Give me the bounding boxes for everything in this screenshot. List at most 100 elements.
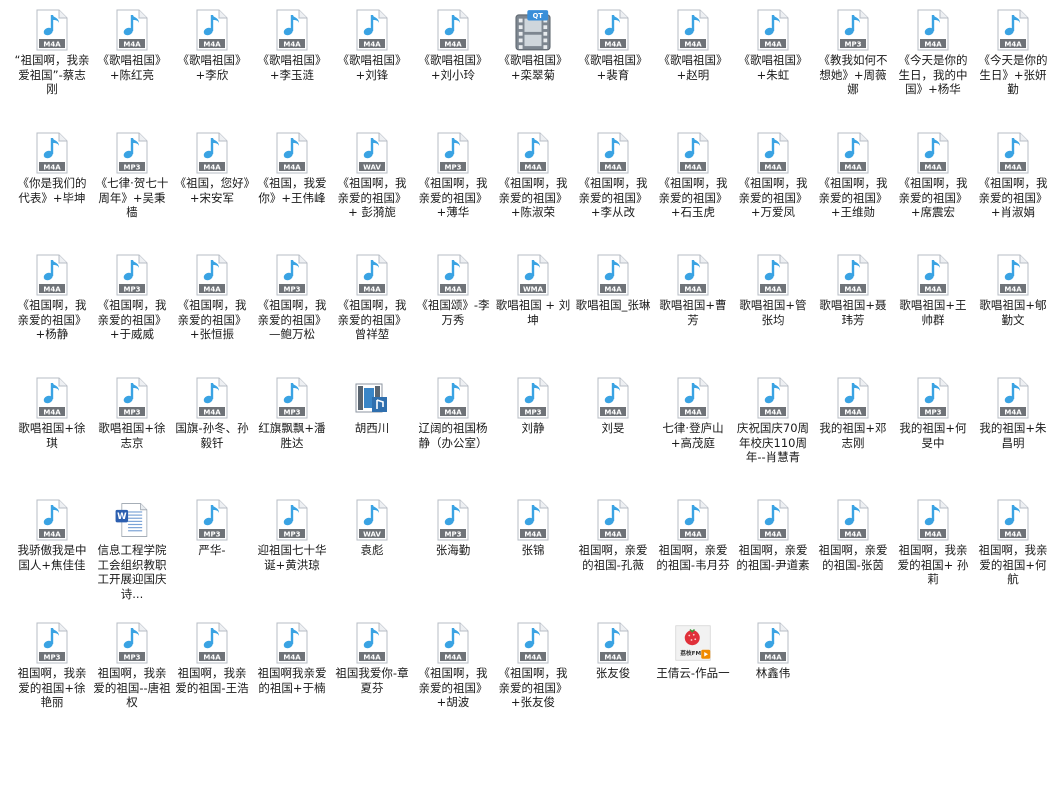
file-item[interactable]: 胡西川 [333, 376, 411, 436]
file-item[interactable]: WMA 歌唱祖国 + 刘坤 [494, 253, 572, 327]
file-item[interactable]: M4A 歌唱祖国+王帅群 [894, 253, 972, 327]
file-item[interactable]: MP3 《祖国啊，我亲爱的祖国》—鲍万松 [253, 253, 331, 342]
file-item[interactable]: M4A 《歌唱祖国》+赵明 [654, 8, 732, 82]
file-name-label: 歌唱祖国+聂玮芳 [819, 298, 887, 327]
file-item[interactable]: M4A 《祖国，我爱你》+王伟峰 [253, 131, 331, 205]
file-item[interactable]: M4A 《歌唱祖国》+刘小玲 [414, 8, 492, 82]
file-item[interactable]: QT 《歌唱祖国》+栾翠菊 [494, 8, 572, 82]
file-item[interactable]: M4A 歌唱祖国+管张均 [734, 253, 812, 327]
file-item[interactable]: M4A 张友俊 [574, 621, 652, 681]
audio-file-icon: M4A [755, 253, 791, 297]
file-item[interactable]: M4A 祖国啊，我亲爱的祖国+ 孙莉 [894, 498, 972, 587]
file-item[interactable]: MP3 我的祖国+何旻中 [894, 376, 972, 450]
file-item[interactable]: M4A 我的祖国+朱昌明 [974, 376, 1052, 450]
file-item[interactable]: M4A 刘旻 [574, 376, 652, 436]
file-item[interactable]: MP3 《祖国啊，我亲爱的祖国》+于威威 [93, 253, 171, 342]
file-item[interactable]: M4A 我骄傲我是中国人+焦佳佳 [13, 498, 91, 572]
file-item[interactable]: M4A 祖国啊我亲爱的祖国+于楠 [253, 621, 331, 695]
file-name-label: 《祖国啊，我亲爱的祖国》+席震宏 [898, 176, 968, 219]
file-item[interactable]: MP3 祖国啊，我亲爱的祖国--唐祖权 [93, 621, 171, 710]
file-item[interactable]: M4A 《你是我们的代表》+毕坤 [13, 131, 91, 205]
file-item[interactable]: MP3 歌唱祖国+徐志京 [93, 376, 171, 450]
file-item[interactable]: M4A 歌唱祖国+聂玮芳 [814, 253, 892, 327]
file-item[interactable]: M4A 祖国啊，亲爱的祖国-尹道素 [734, 498, 812, 572]
svg-text:MP3: MP3 [284, 530, 301, 538]
file-item[interactable]: M4A 歌唱祖国+徐琪 [13, 376, 91, 450]
file-item[interactable]: MP3 红旗飘飘+潘胜达 [253, 376, 331, 450]
image-thumbnail-icon: 荔枝FM [675, 621, 711, 665]
file-item[interactable]: M4A 《今天是你的生日，我的中国》+杨华 [894, 8, 972, 97]
file-item[interactable]: M4A “祖国啊，我亲爱祖国”-蔡志刚 [13, 8, 91, 97]
file-item[interactable]: M4A 《祖国啊，我亲爱的祖国》+王维勋 [814, 131, 892, 220]
file-item[interactable]: M4A 《祖国啊，我亲爱的祖国》+李从改 [574, 131, 652, 220]
file-item[interactable]: M4A 《今天是你的生日》+张妍勤 [974, 8, 1052, 97]
file-item[interactable]: M4A 《祖国啊，我亲爱的祖国》+席震宏 [894, 131, 972, 220]
svg-text:MP3: MP3 [445, 530, 462, 538]
file-item[interactable]: M4A 祖国啊，亲爱的祖国-韦月芬 [654, 498, 732, 572]
svg-text:M4A: M4A [604, 40, 622, 48]
file-item[interactable]: M4A 《祖国颂》-李万秀 [414, 253, 492, 327]
file-name-label: 张锦 [521, 543, 545, 557]
file-item[interactable]: M4A 七律·登庐山+高茂庭 [654, 376, 732, 450]
file-item[interactable]: MP3 张海勤 [414, 498, 492, 558]
file-item[interactable]: M4A 祖国我爱你-章夏芬 [333, 621, 411, 695]
file-item[interactable]: M4A 《歌唱祖国》+刘锋 [333, 8, 411, 82]
file-item[interactable]: M4A 张锦 [494, 498, 572, 558]
file-item[interactable]: M4A 《祖国啊，我亲爱的祖国》+陈淑荣 [494, 131, 572, 220]
file-item[interactable]: M4A 《祖国啊，我亲爱的祖国》+张友俊 [494, 621, 572, 710]
file-item[interactable]: M4A 祖国啊，我亲爱的祖国+何航 [974, 498, 1052, 587]
file-item[interactable]: M4A 祖国啊，我亲爱的祖国-王浩 [173, 621, 251, 695]
file-item[interactable]: M4A 祖国啊，亲爱的祖国-张茵 [814, 498, 892, 572]
svg-text:WAV: WAV [363, 163, 381, 171]
file-item[interactable]: MP3 严华- [173, 498, 251, 558]
file-item[interactable]: M4A 歌唱祖国+郇勤文 [974, 253, 1052, 327]
file-item[interactable]: M4A 《歌唱祖国》+李欣 [173, 8, 251, 82]
file-item[interactable]: M4A 《祖国啊，我亲爱的祖国》+石玉虎 [654, 131, 732, 220]
file-item[interactable]: M4A 《歌唱祖国》+朱虹 [734, 8, 812, 82]
audio-file-icon: M4A [995, 498, 1031, 542]
file-name-label: 祖国啊，亲爱的祖国-韦月芬 [656, 543, 730, 572]
file-item[interactable]: M4A 国旗-孙冬、孙毅钎 [173, 376, 251, 450]
audio-file-icon: M4A [435, 8, 471, 52]
file-item[interactable]: M4A 歌唱祖国_张琳 [574, 253, 652, 313]
file-item[interactable]: M4A 歌唱祖国+曹芳 [654, 253, 732, 327]
file-item[interactable]: M4A 庆祝国庆70周年校庆110周年--肖慧青 [734, 376, 812, 465]
file-item[interactable]: MP3 迎祖国七十华诞+黄洪琼 [253, 498, 331, 572]
svg-text:W: W [117, 512, 127, 522]
file-item[interactable]: 荔枝FM 王倩云-作品一 [654, 621, 732, 681]
file-item[interactable]: W 信息工程学院工会组织教职工开展迎国庆诗... [93, 498, 171, 601]
svg-text:M4A: M4A [203, 653, 221, 661]
audio-file-icon: M4A [675, 131, 711, 175]
file-item[interactable]: M4A 《祖国啊，我亲爱的祖国》+杨静 [13, 253, 91, 342]
file-name-label: 我的祖国+邓志刚 [819, 421, 887, 450]
file-item[interactable]: WAV 袁彪 [333, 498, 411, 558]
file-item[interactable]: M4A 《祖国啊，我亲爱的祖国》+万爱凤 [734, 131, 812, 220]
file-item[interactable]: M4A 《歌唱祖国》+李玉涟 [253, 8, 331, 82]
file-item[interactable]: M4A 《祖国啊，我亲爱的祖国》+张恒振 [173, 253, 251, 342]
file-item[interactable]: M4A 我的祖国+邓志刚 [814, 376, 892, 450]
file-item[interactable]: MP3 刘静 [494, 376, 572, 436]
file-item[interactable]: M4A 《祖国啊，我亲爱的祖国》+胡波 [414, 621, 492, 710]
file-item[interactable]: M4A 《歌唱祖国》+裴育 [574, 8, 652, 82]
file-item[interactable]: M4A 《祖国啊，我亲爱的祖国》+肖淑娟 [974, 131, 1052, 220]
file-item[interactable]: M4A 祖国啊，亲爱的祖国-孔薇 [574, 498, 652, 572]
file-item[interactable]: MP3 《教我如何不想她》+周薇娜 [814, 8, 892, 97]
audio-file-icon: M4A [114, 8, 150, 52]
svg-text:M4A: M4A [203, 40, 221, 48]
file-item[interactable]: MP3 《祖国啊，我亲爱的祖国》+薄华 [414, 131, 492, 220]
file-item[interactable]: MP3 《七律·贺七十周年》+吴秉樯 [93, 131, 171, 220]
file-item[interactable]: M4A 《祖国，您好》+宋安军 [173, 131, 251, 205]
svg-text:M4A: M4A [444, 285, 462, 293]
audio-file-icon: M4A [835, 498, 871, 542]
file-item[interactable]: M4A 林鑫伟 [734, 621, 812, 681]
file-name-label: 《祖国啊，我亲爱的祖国》—鲍万松 [257, 298, 327, 341]
file-item[interactable]: MP3 祖国啊，我亲爱的祖国+徐艳丽 [13, 621, 91, 710]
file-item[interactable]: M4A 辽阔的祖国杨静（办公室） [414, 376, 492, 450]
file-item[interactable]: M4A 《祖国啊，我亲爱的祖国》曾祥堃 [333, 253, 411, 342]
file-name-label: 我骄傲我是中国人+焦佳佳 [17, 543, 87, 572]
file-name-label: 《今天是你的生日》+张妍勤 [978, 53, 1048, 96]
svg-text:M4A: M4A [684, 163, 702, 171]
audio-file-icon: M4A [194, 253, 230, 297]
file-item[interactable]: M4A 《歌唱祖国》+陈红亮 [93, 8, 171, 82]
file-item[interactable]: WAV 《祖国啊，我亲爱的祖国》+ 彭漪旎 [333, 131, 411, 220]
